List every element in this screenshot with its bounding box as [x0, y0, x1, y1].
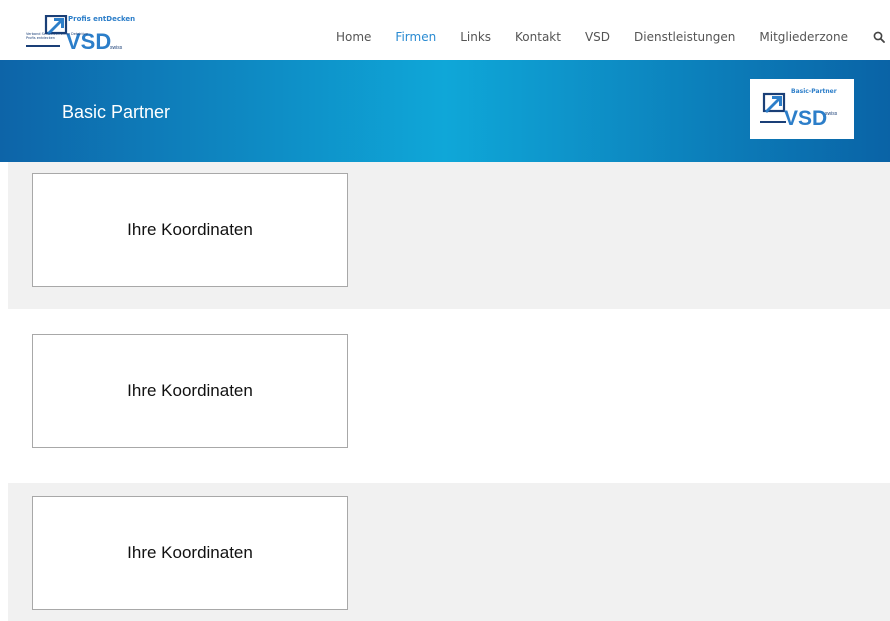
nav-dienstleistungen[interactable]: Dienstleistungen: [634, 30, 735, 44]
content-section-1: Ihre Koordinaten: [8, 162, 890, 309]
site-header: VSD swiss Profis entDecken Verband Schwe…: [0, 0, 890, 60]
badge-wordmark: VSD: [784, 107, 827, 130]
logo-tagline: Profis entDecken: [68, 15, 136, 23]
page: VSD swiss Profis entDecken Verband Schwe…: [0, 0, 890, 621]
nav-vsd[interactable]: VSD: [585, 30, 610, 44]
nav-mitgliederzone[interactable]: Mitgliederzone: [759, 30, 848, 44]
nav-home[interactable]: Home: [336, 30, 371, 44]
content-section-2: Ihre Koordinaten: [8, 309, 890, 483]
main-nav: Home Firmen Links Kontakt VSD Dienstleis…: [312, 28, 890, 46]
nav-links[interactable]: Links: [460, 30, 491, 44]
badge-suffix: swiss: [825, 111, 838, 117]
nav-kontakt[interactable]: Kontakt: [515, 30, 561, 44]
site-logo[interactable]: VSD swiss Profis entDecken Verband Schwe…: [0, 0, 150, 60]
basic-partner-badge: VSD swiss Basic-Partner: [750, 79, 854, 139]
content-section-3: Ihre Koordinaten: [8, 483, 890, 621]
coordinates-box-2[interactable]: Ihre Koordinaten: [32, 334, 348, 448]
page-banner: Basic Partner VSD swiss Basic-Partner: [0, 60, 890, 162]
logo-subline-2: Profis entdecken: [26, 36, 56, 40]
nav-firmen[interactable]: Firmen: [395, 30, 436, 44]
badge-label: Basic-Partner: [791, 88, 837, 95]
page-title: Basic Partner: [62, 102, 171, 122]
logo-suffix: swiss: [110, 45, 123, 51]
coordinates-box-1[interactable]: Ihre Koordinaten: [32, 173, 348, 287]
search-icon[interactable]: [868, 28, 890, 46]
coordinates-box-3[interactable]: Ihre Koordinaten: [32, 496, 348, 610]
